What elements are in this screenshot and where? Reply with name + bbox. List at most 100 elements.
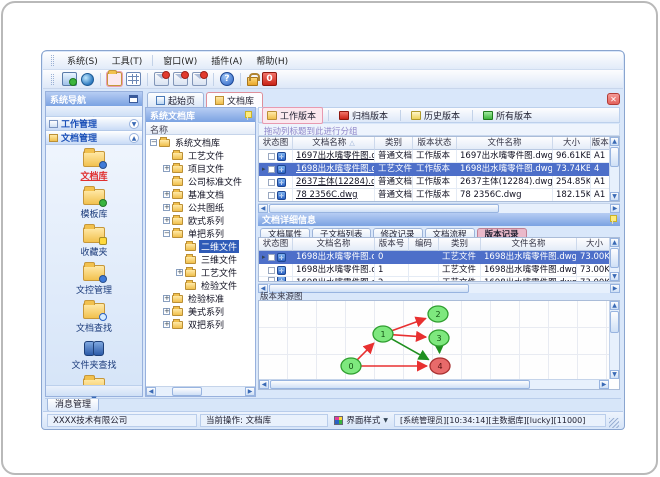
tree-node-检验标准[interactable]: + 检验标准 <box>146 292 255 305</box>
logout-icon[interactable]: 0 <box>262 72 277 86</box>
tree-node-双把系列[interactable]: + 双把系列 <box>146 318 255 331</box>
panel-window-icon[interactable] <box>129 95 138 103</box>
version-table-horizontal-scrollbar[interactable]: ◀ ▶ <box>258 283 620 293</box>
chevron-down-icon[interactable]: ▼ <box>129 118 139 129</box>
scroll-up-icon[interactable]: ▲ <box>610 301 619 310</box>
version-node-0[interactable]: 0 <box>340 357 362 375</box>
scroll-right-icon[interactable]: ▶ <box>599 380 609 389</box>
column-header-版本状态[interactable]: 版本状态 <box>413 137 457 150</box>
scroll-left-icon[interactable]: ◀ <box>259 380 269 389</box>
scroll-down-icon[interactable]: ▼ <box>610 370 619 379</box>
column-header-文件名称[interactable]: 文件名称 <box>457 137 553 150</box>
table-row[interactable]: 1697出水嘴零件图.dwg普通文档工作版本1697出水嘴零件图.dwg96.6… <box>259 150 619 163</box>
scrollbar-thumb[interactable] <box>269 204 499 213</box>
column-header-编码[interactable]: 编码 <box>409 238 439 251</box>
tree-node-三维文件[interactable]: 三维文件 <box>146 253 255 266</box>
sidebar-item-文件夹查找[interactable]: 文件夹查找 <box>46 341 142 371</box>
scroll-down-icon[interactable]: ▼ <box>610 192 619 201</box>
scrollbar-thumb[interactable] <box>610 311 619 333</box>
scroll-up-icon[interactable]: ▲ <box>610 238 619 247</box>
tree-node-二维文件[interactable]: 二维文件 <box>146 240 255 253</box>
scroll-up-icon[interactable]: ▲ <box>610 137 619 146</box>
column-header-文档名称[interactable]: 文档名称 △ <box>293 137 375 150</box>
column-header-大小[interactable]: 大小 <box>553 137 591 150</box>
graph-vertical-scrollbar[interactable]: ▲ ▼ <box>609 301 619 379</box>
version-node-4[interactable]: 4 <box>429 357 451 375</box>
menu-item-0[interactable]: 系统(S) <box>60 52 105 69</box>
table-row[interactable]: 1698出水嘴零件图.dwg1工艺文件1698出水嘴零件图.dwg73.00KB… <box>259 264 619 277</box>
column-header-大小[interactable]: 大小 <box>577 238 613 251</box>
column-header-文件名称[interactable]: 文件名称 <box>481 238 577 251</box>
expand-icon[interactable]: + <box>163 308 170 315</box>
column-header-版本号[interactable]: 版本号 <box>375 238 409 251</box>
mail-checkout-icon[interactable] <box>173 71 189 86</box>
expand-icon[interactable]: + <box>163 204 170 211</box>
help-icon[interactable]: ? <box>220 72 234 86</box>
button-工作版本[interactable]: 工作版本 <box>262 106 324 124</box>
scrollbar-thumb[interactable] <box>610 248 619 268</box>
table-row[interactable]: 1698出水嘴零件图.dwg2工艺文件1698出水嘴零件图.dwg73.00KB… <box>259 277 619 281</box>
collapse-icon[interactable]: − <box>150 139 157 146</box>
sidebar-item-文档库[interactable]: 文档库 <box>46 148 142 182</box>
checkbox-icon[interactable] <box>268 165 275 173</box>
mail-alert-icon[interactable] <box>192 71 208 86</box>
folder-view-icon[interactable] <box>106 70 123 87</box>
pin-icon[interactable] <box>609 215 617 224</box>
checkbox-icon[interactable] <box>268 277 275 281</box>
tree-node-系统文档库[interactable]: − 系统文档库 <box>146 136 255 149</box>
scrollbar-thumb[interactable] <box>172 387 202 396</box>
resize-grip[interactable] <box>609 418 619 428</box>
checkbox-icon[interactable] <box>268 266 275 274</box>
column-header-类别[interactable]: 类别 <box>439 238 481 251</box>
version-node-1[interactable]: 1 <box>372 325 394 343</box>
menu-item-2[interactable]: 窗口(W) <box>156 52 204 69</box>
tree-node-项目文件[interactable]: + 项目文件 <box>146 162 255 175</box>
collapse-icon[interactable]: − <box>163 230 170 237</box>
tab-文档库[interactable]: 文档库 <box>206 92 264 107</box>
scroll-left-icon[interactable]: ◀ <box>258 204 268 213</box>
tree-node-工艺文件[interactable]: + 工艺文件 <box>146 266 255 279</box>
table-vertical-scrollbar[interactable]: ▲ ▼ <box>609 238 619 281</box>
scroll-right-icon[interactable]: ▶ <box>245 387 255 396</box>
expand-icon[interactable]: + <box>176 269 183 276</box>
scroll-down-icon[interactable]: ▼ <box>610 272 619 281</box>
checkbox-icon[interactable] <box>268 178 275 186</box>
checkbox-icon[interactable] <box>268 152 275 160</box>
expand-icon[interactable]: + <box>163 165 170 172</box>
version-node-2[interactable]: 2 <box>427 305 449 323</box>
graph-horizontal-scrollbar[interactable]: ◀ ▶ <box>259 379 609 389</box>
tree-node-工艺文件[interactable]: 工艺文件 <box>146 149 255 162</box>
button-历史版本[interactable]: 历史版本 <box>406 107 467 124</box>
menu-item-4[interactable]: 帮助(H) <box>249 52 295 69</box>
menu-item-3[interactable]: 插件(A) <box>204 52 249 69</box>
interface-style-dropdown[interactable]: 界面样式 ▼ <box>331 414 391 426</box>
sidebar-item-收藏夹[interactable]: 收藏夹 <box>46 224 142 258</box>
column-header-状态图[interactable]: 状态图 <box>259 137 293 150</box>
column-header-类别[interactable]: 类别 <box>375 137 413 150</box>
monitor-icon[interactable] <box>62 72 77 86</box>
button-所有版本[interactable]: 所有版本 <box>478 107 539 124</box>
table-row[interactable]: ▸1698出水嘴零件图.dwg0工艺文件1698出水嘴零件图.dwg73.00K… <box>259 251 619 264</box>
documents-table-horizontal-scrollbar[interactable]: ◀ ▶ <box>258 203 620 213</box>
tree-node-公共图纸[interactable]: + 公共图纸 <box>146 201 255 214</box>
sidebar-item-文档查找[interactable]: 文档查找 <box>46 300 142 334</box>
checkbox-icon[interactable] <box>268 253 275 261</box>
sidebar-item-签出的文档[interactable]: 签出的文档 <box>46 375 142 385</box>
checkbox-icon[interactable] <box>268 191 275 199</box>
tree-horizontal-scrollbar[interactable]: ◀ ▶ <box>146 386 255 396</box>
table-row[interactable]: ▸1698出水嘴零件图.dwg工艺文件工作版本1698出水嘴零件图.dwg73.… <box>259 163 619 176</box>
tree-node-欧式系列[interactable]: + 欧式系列 <box>146 214 255 227</box>
column-header-状态图[interactable]: 状态图 <box>259 238 293 251</box>
sidebar-group-0[interactable]: 工作管理 ▼ <box>46 117 142 131</box>
tree-node-单把系列[interactable]: − 单把系列 <box>146 227 255 240</box>
tree-node-公司标准文件[interactable]: 公司标准文件 <box>146 175 255 188</box>
table-row[interactable]: 78 2356C.dwg普通文档工作版本78 2356C.dwg182.15KB… <box>259 189 619 201</box>
sidebar-scroll-up[interactable]: ▲ <box>46 106 142 123</box>
chevron-up-icon[interactable]: ▲ <box>129 132 139 143</box>
menu-item-1[interactable]: 工具(T) <box>105 52 150 69</box>
close-tab-icon[interactable]: ✕ <box>607 93 620 105</box>
sidebar-item-模板库[interactable]: 模板库 <box>46 186 142 220</box>
tree-column-header[interactable]: 名称 <box>146 122 255 136</box>
scrollbar-thumb[interactable] <box>270 380 530 389</box>
grid-view-icon[interactable] <box>126 72 141 86</box>
